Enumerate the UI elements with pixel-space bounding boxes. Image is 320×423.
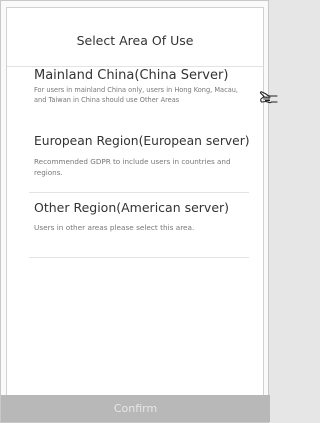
app-frame: Select Area Of Use Mainland China(China … (0, 0, 278, 423)
option-description: Users in other areas please select this … (34, 223, 195, 232)
option-title: European Region(European server) (34, 134, 250, 148)
option-title: Other Region(American server) (34, 200, 230, 215)
area-option-european-region[interactable]: European Region(European server) Recomme… (34, 134, 266, 178)
option-divider (29, 192, 249, 193)
area-option-mainland-china[interactable]: Mainland China(China Server) For users i… (34, 68, 266, 105)
area-selection-panel: Select Area Of Use Mainland China(China … (6, 7, 264, 396)
option-description: Recommended GDPR to include users in cou… (34, 157, 231, 177)
hand-pointer-icon (259, 91, 278, 104)
area-option-other-region[interactable]: Other Region(American server) Users in o… (34, 200, 266, 233)
confirm-button[interactable]: Confirm (1, 395, 270, 422)
title-divider (7, 66, 263, 67)
option-description: For users in mainland China only, users … (34, 86, 239, 104)
page-title: Select Area Of Use (76, 33, 194, 48)
option-title: Mainland China(China Server) (34, 68, 229, 83)
option-divider (29, 257, 249, 258)
